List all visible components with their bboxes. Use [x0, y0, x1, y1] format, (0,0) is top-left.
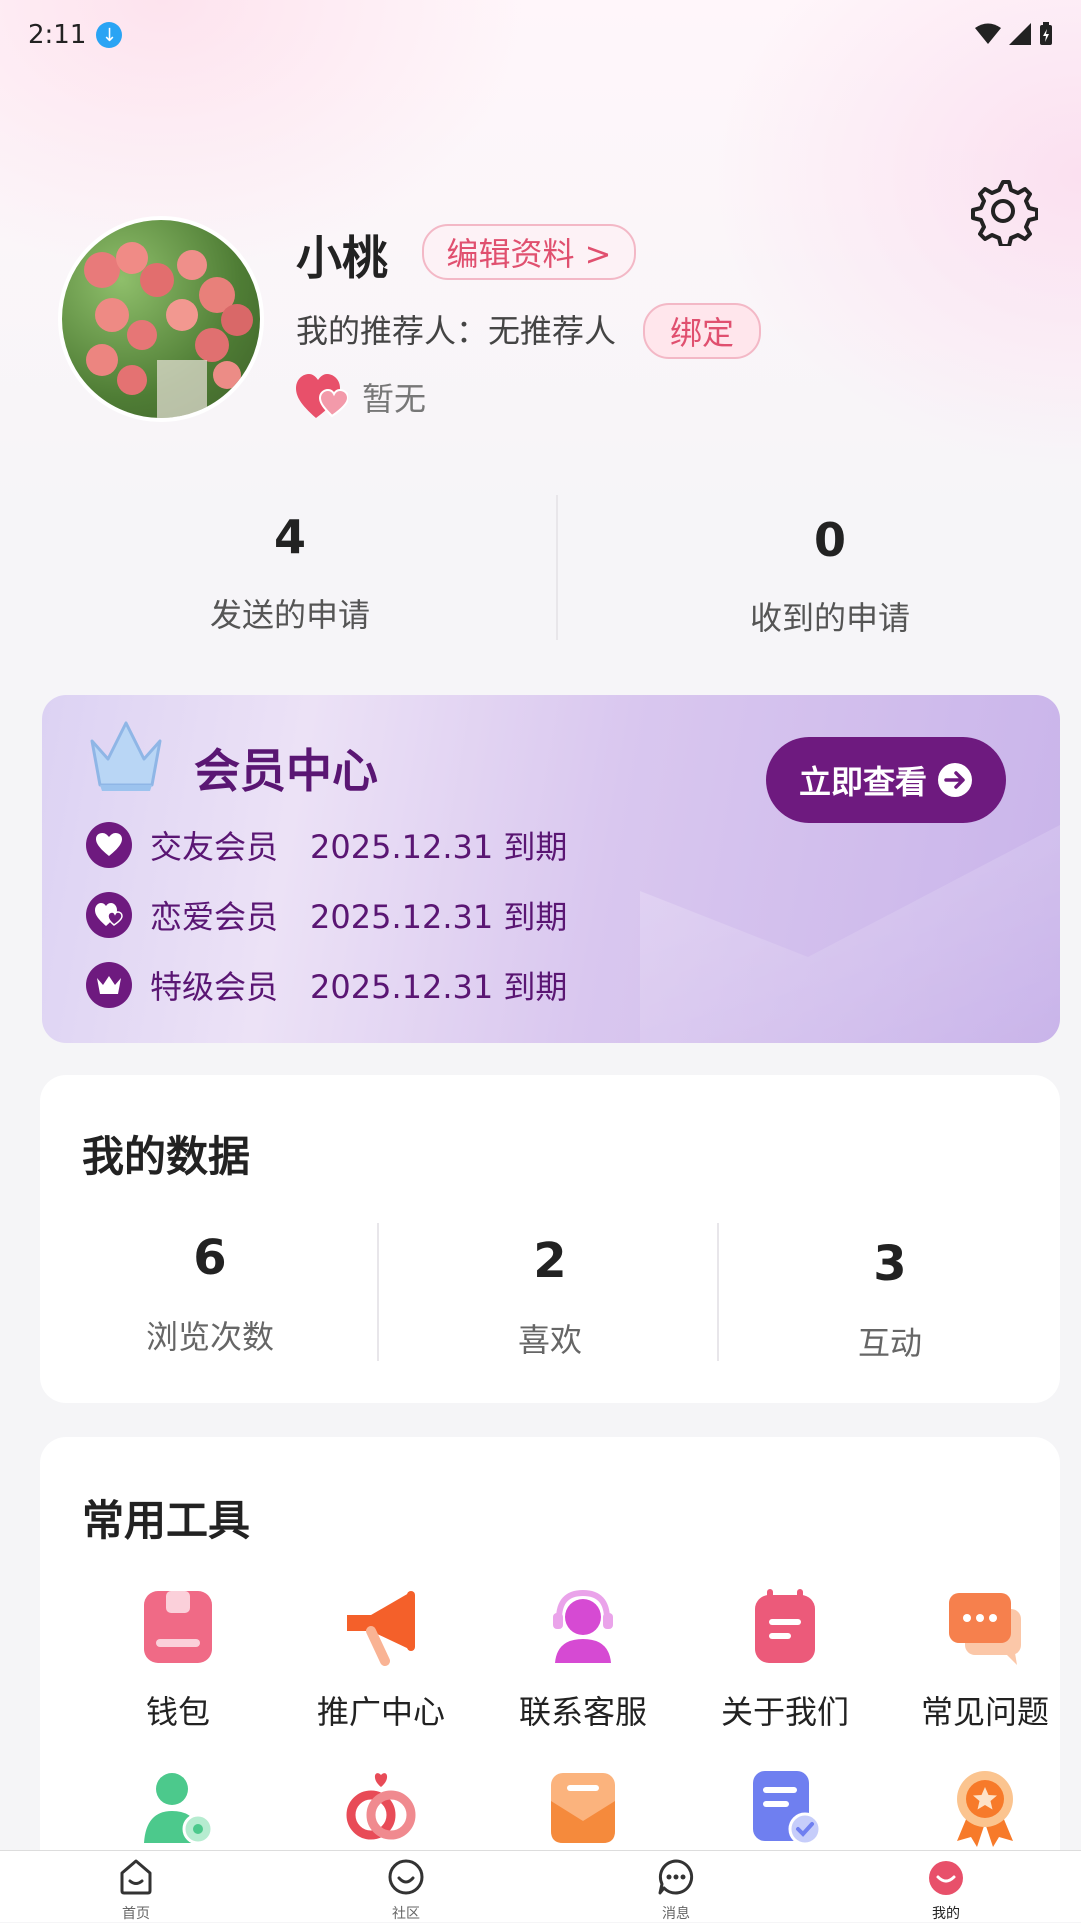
tool-label: 常见问题 — [920, 1693, 1049, 1731]
vip-center-card[interactable]: 会员中心 立即查看 交友会员 2025.12.31 到期 恋爱会员 2025.1… — [42, 695, 1060, 1043]
my-data-title: 我的数据 — [82, 1132, 251, 1181]
tab-messages[interactable]: 消息 — [606, 1857, 746, 1923]
status-bar: 2:11 ↓ — [28, 20, 123, 50]
tool-wallet[interactable]: 钱包 — [78, 1587, 278, 1733]
interactions-count: 3 — [873, 1236, 907, 1292]
vip-title: 会员中心 — [194, 744, 378, 798]
tool-matchmaking[interactable] — [281, 1767, 481, 1851]
view-now-label: 立即查看 — [798, 763, 927, 801]
views-label: 浏览次数 — [145, 1318, 274, 1356]
divider — [556, 495, 558, 640]
battery-icon — [1040, 22, 1052, 45]
tool-label: 推广中心 — [316, 1693, 445, 1731]
tool-label: 钱包 — [145, 1693, 210, 1731]
membership-name: 交友会员 — [150, 828, 279, 866]
tab-profile[interactable]: 我的 — [876, 1857, 1016, 1923]
edit-profile-button[interactable]: 编辑资料 > — [422, 224, 636, 280]
divider — [377, 1223, 379, 1361]
sent-applications[interactable]: 4 发送的申请 — [40, 510, 540, 636]
tab-label: 社区 — [392, 1906, 420, 1922]
tool-records[interactable] — [685, 1767, 885, 1851]
avatar[interactable] — [58, 216, 264, 422]
membership-name: 特级会员 — [150, 968, 279, 1006]
community-icon — [388, 1859, 424, 1895]
download-icon: ↓ — [96, 22, 123, 48]
view-now-button[interactable]: 立即查看 — [766, 737, 1006, 823]
tool-label: 联系客服 — [518, 1693, 647, 1731]
envelope-icon — [551, 1773, 615, 1843]
referrer-label: 我的推荐人：无推荐人 — [296, 312, 617, 350]
received-count: 0 — [813, 513, 846, 567]
apple-tree-photo — [84, 242, 253, 418]
wallet-icon — [144, 1591, 212, 1663]
sent-label: 发送的申请 — [209, 596, 370, 634]
signal-icon — [1009, 23, 1031, 45]
relationship-status-text: 暂无 — [362, 380, 427, 418]
received-label: 收到的申请 — [749, 599, 910, 637]
home-icon — [120, 1859, 152, 1895]
settings-gear-icon[interactable] — [968, 176, 1038, 246]
document-check-icon — [753, 1771, 822, 1846]
tab-label: 消息 — [662, 1906, 690, 1922]
tab-label: 首页 — [122, 1906, 150, 1922]
tab-community[interactable]: 社区 — [336, 1857, 476, 1923]
tools-card: 常用工具 钱包 推广中心 联系客服 关于我们 常见问题 — [40, 1437, 1060, 1907]
double-heart-icon — [296, 374, 348, 418]
membership-row: 交友会员 2025.12.31 到期 — [86, 822, 567, 868]
tool-user-verify[interactable] — [78, 1767, 278, 1851]
received-applications[interactable]: 0 收到的申请 — [580, 513, 1080, 639]
double-heart-badge-icon — [86, 892, 132, 938]
views-stat[interactable]: 6 浏览次数 — [40, 1230, 380, 1358]
interactions-label: 互动 — [857, 1324, 922, 1362]
tool-mailbox[interactable] — [483, 1767, 683, 1851]
tool-faq[interactable]: 常见问题 — [885, 1587, 1081, 1733]
tool-customer-service[interactable]: 联系客服 — [483, 1587, 683, 1733]
status-time: 2:11 — [28, 20, 87, 50]
tool-about-us[interactable]: 关于我们 — [685, 1587, 885, 1733]
crown-badge-icon — [86, 962, 132, 1008]
profile-name: 小桃 — [296, 231, 388, 285]
tab-home[interactable]: 首页 — [66, 1857, 206, 1923]
profile-icon — [929, 1861, 963, 1895]
bottom-tab-bar: 首页 社区 消息 我的 — [0, 1850, 1081, 1922]
message-icon — [658, 1859, 694, 1895]
divider — [717, 1223, 719, 1361]
tab-label: 我的 — [932, 1906, 960, 1922]
likes-label: 喜欢 — [517, 1321, 582, 1359]
relationship-status: 暂无 — [296, 374, 426, 420]
arrow-right-circle-icon — [938, 763, 972, 797]
wifi-icon — [975, 23, 1001, 44]
crown-icon — [90, 721, 162, 791]
chat-bubbles-icon — [949, 1593, 1021, 1665]
status-icons — [975, 22, 1053, 46]
customer-service-icon — [553, 1589, 613, 1663]
award-medal-icon — [957, 1771, 1013, 1847]
sent-count: 4 — [273, 510, 306, 564]
membership-expiry: 2025.12.31 到期 — [310, 828, 568, 866]
tool-promotion-center[interactable]: 推广中心 — [281, 1587, 481, 1733]
vip-decoration — [640, 825, 1060, 1043]
tool-achievements[interactable] — [885, 1767, 1081, 1851]
user-badge-icon — [144, 1773, 214, 1845]
interactions-stat[interactable]: 3 互动 — [720, 1236, 1060, 1364]
likes-stat[interactable]: 2 喜欢 — [380, 1233, 720, 1361]
tools-title: 常用工具 — [82, 1496, 251, 1545]
application-stats: 4 发送的申请 0 收到的申请 — [40, 495, 1040, 645]
heart-badge-icon — [86, 822, 132, 868]
bind-referrer-button[interactable]: 绑定 — [643, 303, 761, 359]
views-count: 6 — [193, 1230, 227, 1286]
megaphone-icon — [347, 1591, 415, 1666]
likes-count: 2 — [533, 1233, 567, 1289]
membership-name: 恋爱会员 — [150, 898, 279, 936]
my-data-card: 我的数据 6 浏览次数 2 喜欢 3 互动 — [40, 1075, 1060, 1403]
membership-row: 恋爱会员 2025.12.31 到期 — [86, 892, 567, 938]
membership-expiry: 2025.12.31 到期 — [310, 968, 568, 1006]
notepad-icon — [755, 1589, 815, 1663]
tool-label: 关于我们 — [720, 1693, 849, 1731]
linked-rings-icon — [346, 1773, 416, 1840]
membership-row: 特级会员 2025.12.31 到期 — [86, 962, 567, 1008]
membership-expiry: 2025.12.31 到期 — [310, 898, 568, 936]
